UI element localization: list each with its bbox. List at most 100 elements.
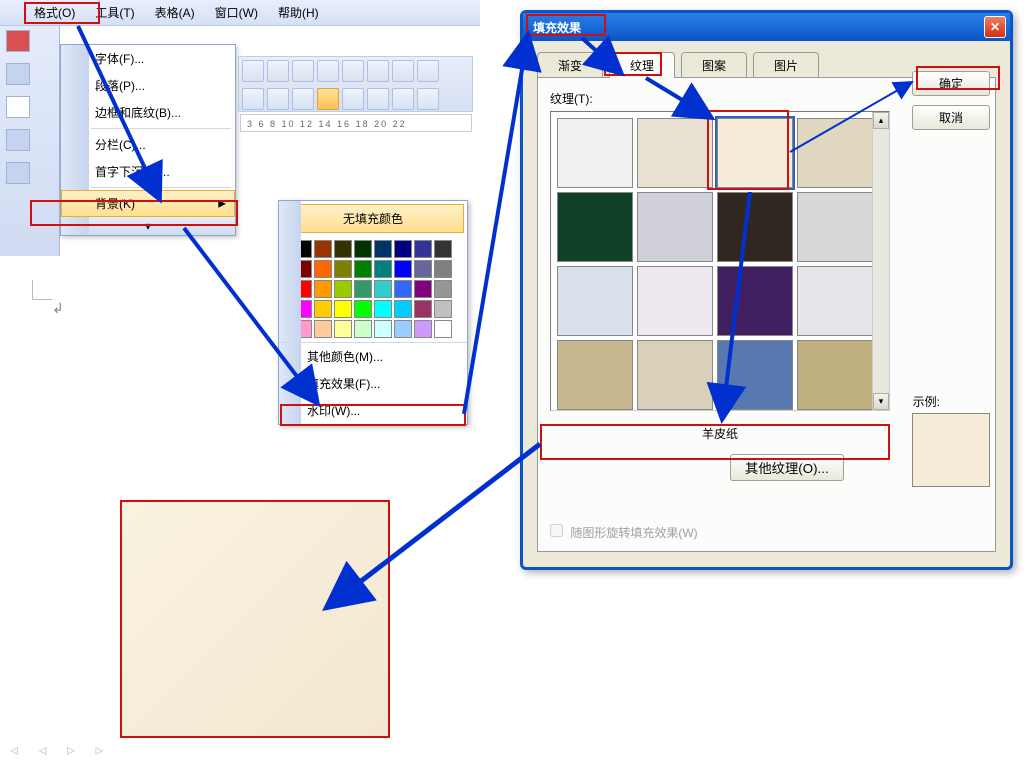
color-swatch[interactable] — [334, 260, 352, 278]
align-right-button[interactable] — [392, 88, 414, 110]
menu-window[interactable]: 窗口(W) — [205, 0, 268, 25]
toolbar-button[interactable] — [292, 60, 314, 82]
color-swatch[interactable] — [314, 300, 332, 318]
menu-format[interactable]: 格式(O) — [24, 0, 85, 25]
scroll-up-icon[interactable]: ▴ — [873, 112, 889, 129]
color-swatch[interactable] — [354, 260, 372, 278]
menu-item-background[interactable]: 背景(K) ▶ — [61, 190, 235, 217]
texture-cell[interactable] — [797, 340, 873, 410]
texture-cell[interactable] — [717, 266, 793, 336]
ok-button[interactable]: 确定 — [912, 71, 990, 96]
toolbar-button[interactable] — [267, 88, 289, 110]
color-swatch[interactable] — [434, 240, 452, 258]
color-swatch[interactable] — [334, 320, 352, 338]
align-left-button[interactable] — [342, 88, 364, 110]
menu-table[interactable]: 表格(A) — [145, 0, 205, 25]
menu-help[interactable]: 帮助(H) — [268, 0, 329, 25]
color-swatch[interactable] — [414, 280, 432, 298]
color-swatch[interactable] — [354, 280, 372, 298]
tab-pattern[interactable]: 图案 — [681, 52, 747, 78]
toolbar-button[interactable] — [292, 88, 314, 110]
rotate-label: 随图形旋转填充效果(W) — [570, 526, 697, 540]
fill-effects-option[interactable]: 填充效果(F)... — [279, 370, 467, 397]
menu-tools[interactable]: 工具(T) — [85, 0, 144, 25]
menu-item-paragraph[interactable]: 段落(P)... — [61, 72, 235, 99]
color-swatch[interactable] — [414, 320, 432, 338]
toolbar-button[interactable] — [267, 60, 289, 82]
texture-cell[interactable] — [557, 118, 633, 188]
color-swatch[interactable] — [354, 320, 372, 338]
toolbar-button[interactable] — [342, 60, 364, 82]
texture-cell[interactable] — [637, 192, 713, 262]
color-swatch[interactable] — [394, 240, 412, 258]
rotate-checkbox — [550, 524, 563, 537]
watermark-option[interactable]: 水印(W)... — [279, 397, 467, 424]
toolbar-button[interactable] — [367, 60, 389, 82]
toolbar-button[interactable] — [317, 60, 339, 82]
texture-cell[interactable] — [797, 192, 873, 262]
toolbar-button[interactable] — [392, 60, 414, 82]
columns-icon[interactable] — [6, 162, 30, 184]
color-swatch[interactable] — [414, 260, 432, 278]
color-swatch[interactable] — [374, 300, 392, 318]
close-button[interactable]: ✕ — [984, 16, 1006, 38]
color-swatch[interactable] — [374, 240, 392, 258]
color-swatch[interactable] — [374, 260, 392, 278]
color-swatch[interactable] — [394, 320, 412, 338]
menu-item-columns[interactable]: 分栏(C)... — [61, 131, 235, 158]
color-swatch[interactable] — [334, 280, 352, 298]
color-swatch[interactable] — [314, 320, 332, 338]
texture-cell[interactable] — [637, 118, 713, 188]
color-swatch[interactable] — [374, 280, 392, 298]
color-swatch[interactable] — [314, 280, 332, 298]
texture-cell[interactable] — [557, 192, 633, 262]
color-swatch[interactable] — [414, 300, 432, 318]
texture-cell[interactable] — [717, 118, 793, 188]
menu-item-font[interactable]: 字体(F)... — [61, 45, 235, 72]
texture-cell[interactable] — [797, 266, 873, 336]
color-swatch[interactable] — [314, 240, 332, 258]
texture-cell[interactable] — [717, 340, 793, 410]
font-color-icon[interactable] — [6, 30, 30, 52]
color-swatch[interactable] — [354, 300, 372, 318]
texture-cell[interactable] — [557, 340, 633, 410]
toolbar-icon[interactable] — [6, 63, 30, 85]
scroll-down-icon[interactable]: ▾ — [873, 393, 889, 410]
align-justify-button[interactable] — [417, 88, 439, 110]
texture-cell[interactable] — [637, 266, 713, 336]
texture-cell[interactable] — [557, 266, 633, 336]
color-swatch[interactable] — [394, 280, 412, 298]
color-swatch[interactable] — [434, 280, 452, 298]
cancel-button[interactable]: 取消 — [912, 105, 990, 130]
color-swatch[interactable] — [434, 320, 452, 338]
toolbar-button[interactable] — [242, 88, 264, 110]
align-center-button[interactable] — [367, 88, 389, 110]
color-swatch[interactable] — [354, 240, 372, 258]
toolbar-icon[interactable] — [6, 129, 30, 151]
no-fill-option[interactable]: 无填充颜色 — [282, 204, 464, 233]
more-colors-option[interactable]: 其他颜色(M)... — [279, 342, 467, 370]
color-swatch[interactable] — [374, 320, 392, 338]
tab-picture[interactable]: 图片 — [753, 52, 819, 78]
toolbar-button[interactable] — [242, 60, 264, 82]
other-texture-button[interactable]: 其他纹理(O)... — [730, 454, 844, 481]
color-swatch[interactable] — [334, 240, 352, 258]
color-swatch[interactable] — [434, 260, 452, 278]
tab-gradient[interactable]: 渐变 — [537, 52, 603, 78]
texture-cell[interactable] — [717, 192, 793, 262]
color-swatch[interactable] — [334, 300, 352, 318]
menu-item-borders[interactable]: 边框和底纹(B)... — [61, 99, 235, 126]
highlight-button[interactable] — [317, 88, 339, 110]
color-swatch[interactable] — [314, 260, 332, 278]
tab-texture[interactable]: 纹理 — [609, 52, 675, 78]
texture-cell[interactable] — [637, 340, 713, 410]
color-swatch[interactable] — [394, 260, 412, 278]
toolbar-icon[interactable] — [6, 96, 30, 118]
color-swatch[interactable] — [414, 240, 432, 258]
texture-cell[interactable] — [797, 118, 873, 188]
color-swatch[interactable] — [394, 300, 412, 318]
color-swatch[interactable] — [434, 300, 452, 318]
menu-item-dropcap[interactable]: 首字下沉(D)... — [61, 158, 235, 185]
toolbar-button[interactable] — [417, 60, 439, 82]
texture-scrollbar[interactable]: ▴ ▾ — [872, 112, 889, 410]
